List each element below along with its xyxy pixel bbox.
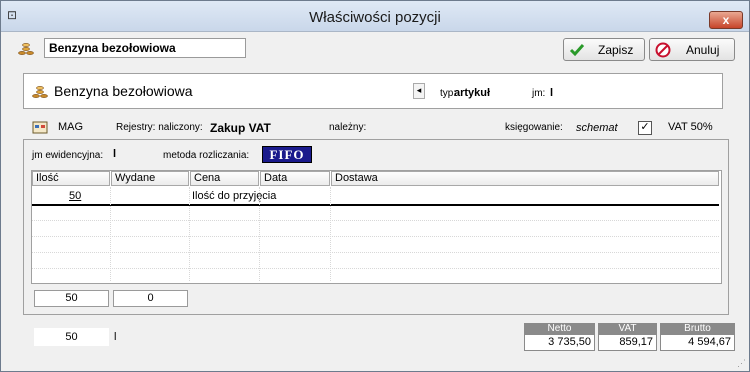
row-qty[interactable]: 50 bbox=[69, 190, 81, 202]
resize-grip-icon[interactable]: ⋰ bbox=[737, 358, 747, 368]
registers-value[interactable]: Zakup VAT bbox=[210, 121, 271, 135]
properties-window: ⊡ Właściwości pozycji x Benzyna bezołowi… bbox=[0, 0, 750, 372]
row-price: Ilość do przyjęcia bbox=[192, 190, 277, 202]
vat-checkbox[interactable]: ✓ bbox=[638, 121, 652, 135]
grid-total-issued: 0 bbox=[113, 290, 188, 307]
inventory-grid bbox=[31, 170, 722, 284]
warehouse-icon bbox=[32, 121, 48, 134]
net-value: 3 735,50 bbox=[524, 335, 595, 351]
grid-line bbox=[32, 236, 719, 237]
vat-total-label: VAT bbox=[598, 323, 657, 335]
coins-icon bbox=[32, 86, 48, 98]
registers-label: Rejestry: naliczony: bbox=[116, 122, 203, 133]
cancel-label: Anuluj bbox=[686, 43, 720, 57]
close-button[interactable]: x bbox=[709, 11, 743, 29]
col-header-price[interactable]: Cena bbox=[190, 171, 259, 186]
booking-label: księgowanie: bbox=[505, 122, 563, 133]
grid-line bbox=[330, 187, 331, 281]
grid-line bbox=[110, 187, 111, 281]
vat-total-value: 859,17 bbox=[598, 335, 657, 351]
grid-total-qty: 50 bbox=[34, 290, 109, 307]
unit-value: l bbox=[550, 87, 554, 99]
vat-label: VAT 50% bbox=[668, 121, 713, 133]
checkmark-icon bbox=[569, 44, 585, 57]
booking-value[interactable]: schemat bbox=[576, 122, 618, 134]
cancel-button[interactable]: Anuluj bbox=[649, 38, 735, 61]
window-title: Właściwości pozycji bbox=[309, 9, 441, 26]
save-label: Zapisz bbox=[598, 43, 634, 57]
method-label: metoda rozliczania: bbox=[163, 150, 250, 161]
inventory-unit-label: jm ewidencyjna: bbox=[32, 150, 104, 161]
save-button[interactable]: Zapisz bbox=[563, 38, 645, 61]
col-header-delivery[interactable]: Dostawa bbox=[331, 171, 719, 186]
title-bar: ⊡ Właściwości pozycji x bbox=[1, 1, 749, 32]
col-header-issued[interactable]: Wydane bbox=[111, 171, 189, 186]
scroll-left-button[interactable]: ◂ bbox=[413, 83, 425, 99]
net-label: Netto bbox=[524, 323, 595, 335]
bottom-qty: 50 bbox=[34, 328, 109, 346]
grid-line bbox=[32, 268, 719, 269]
due-label: należny: bbox=[329, 122, 367, 133]
item-header-name: Benzyna bezołowiowa bbox=[54, 83, 193, 99]
inventory-unit-value: l bbox=[113, 148, 117, 160]
col-header-qty[interactable]: Ilość bbox=[32, 171, 110, 186]
bottom-unit: l bbox=[114, 331, 117, 343]
grid-line bbox=[32, 220, 719, 221]
grid-line bbox=[259, 187, 260, 281]
grid-line bbox=[32, 252, 719, 253]
col-header-date[interactable]: Data bbox=[260, 171, 330, 186]
method-value[interactable]: FIFO bbox=[262, 146, 312, 163]
gross-value: 4 594,67 bbox=[660, 335, 735, 351]
net-total: Netto 3 735,50 bbox=[524, 323, 595, 351]
gross-total: Brutto 4 594,67 bbox=[660, 323, 735, 351]
table-row[interactable]: 50 Ilość do przyjęcia bbox=[32, 189, 719, 206]
item-header-panel: Benzyna bezołowiowa ◂ typ: artykuł jm: l bbox=[23, 73, 723, 109]
type-value: artykuł bbox=[454, 87, 491, 99]
warehouse-code: MAG bbox=[58, 121, 84, 133]
gross-label: Brutto bbox=[660, 323, 735, 335]
vat-total: VAT 859,17 bbox=[598, 323, 657, 351]
coins-icon bbox=[18, 43, 34, 55]
cancel-icon bbox=[655, 42, 671, 58]
grid-line bbox=[189, 187, 190, 281]
unit-label: jm: bbox=[532, 88, 546, 99]
item-name-input[interactable]: Benzyna bezołowiowa bbox=[44, 38, 246, 58]
